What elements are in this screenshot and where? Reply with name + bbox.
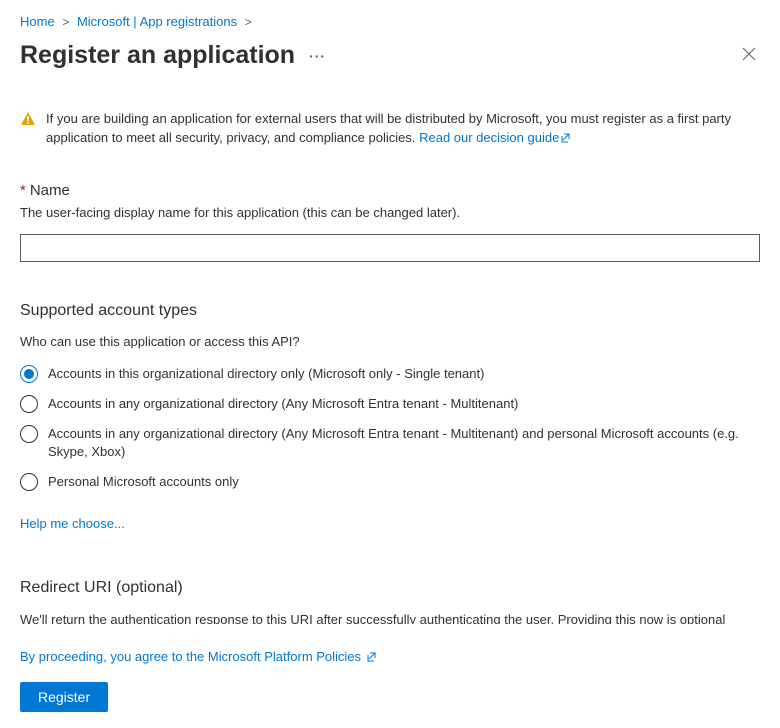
- close-icon: [742, 47, 756, 61]
- warning-icon: [20, 111, 36, 150]
- radio-icon: [20, 395, 38, 413]
- close-button[interactable]: [738, 43, 760, 68]
- external-link-icon: [367, 651, 379, 666]
- account-type-option-label: Accounts in any organizational directory…: [48, 425, 760, 461]
- platform-policies-text: By proceeding, you agree to the Microsof…: [20, 649, 361, 664]
- chevron-right-icon: >: [62, 15, 69, 29]
- external-link-icon: [561, 131, 573, 150]
- account-type-option-label: Accounts in this organizational director…: [48, 365, 484, 383]
- name-input[interactable]: [20, 234, 760, 262]
- more-icon[interactable]: ···: [309, 48, 326, 64]
- redirect-description: We'll return the authentication response…: [20, 611, 760, 624]
- account-type-option-label: Accounts in any organizational directory…: [48, 395, 518, 413]
- breadcrumb: Home > Microsoft | App registrations >: [0, 0, 780, 37]
- register-button[interactable]: Register: [20, 682, 108, 712]
- breadcrumb-app-registrations[interactable]: Microsoft | App registrations: [77, 14, 237, 29]
- decision-guide-link-text: Read our decision guide: [419, 130, 559, 145]
- radio-icon: [20, 473, 38, 491]
- title-row: Register an application ···: [0, 37, 780, 78]
- chevron-right-icon: >: [245, 15, 252, 29]
- account-type-option-label: Personal Microsoft accounts only: [48, 473, 239, 491]
- redirect-heading: Redirect URI (optional): [20, 579, 760, 597]
- info-text: If you are building an application for e…: [46, 110, 760, 150]
- name-section: *Name The user-facing display name for t…: [20, 182, 760, 262]
- radio-icon: [20, 425, 38, 443]
- name-label: *Name: [20, 182, 760, 199]
- footer: By proceeding, you agree to the Microsof…: [0, 635, 780, 728]
- required-indicator: *: [20, 182, 26, 199]
- account-type-option[interactable]: Accounts in any organizational directory…: [20, 425, 760, 461]
- name-description: The user-facing display name for this ap…: [20, 205, 760, 220]
- name-label-text: Name: [30, 182, 70, 199]
- account-type-option[interactable]: Accounts in this organizational director…: [20, 365, 760, 383]
- account-type-option[interactable]: Personal Microsoft accounts only: [20, 473, 760, 491]
- redirect-section: Redirect URI (optional) We'll return the…: [20, 579, 760, 624]
- decision-guide-link[interactable]: Read our decision guide: [419, 130, 573, 145]
- help-me-choose-link[interactable]: Help me choose...: [20, 516, 125, 531]
- form-scroll-area[interactable]: If you are building an application for e…: [0, 84, 780, 624]
- account-types-heading: Supported account types: [20, 302, 760, 320]
- page-title: Register an application ···: [20, 41, 326, 70]
- info-banner: If you are building an application for e…: [20, 84, 760, 170]
- info-text-content: If you are building an application for e…: [46, 111, 731, 145]
- page-title-text: Register an application: [20, 41, 295, 70]
- account-type-option[interactable]: Accounts in any organizational directory…: [20, 395, 760, 413]
- radio-icon: [20, 365, 38, 383]
- account-types-radio-group: Accounts in this organizational director…: [20, 365, 760, 492]
- platform-policies-link[interactable]: By proceeding, you agree to the Microsof…: [20, 649, 379, 664]
- account-types-subheading: Who can use this application or access t…: [20, 334, 760, 349]
- breadcrumb-home[interactable]: Home: [20, 14, 55, 29]
